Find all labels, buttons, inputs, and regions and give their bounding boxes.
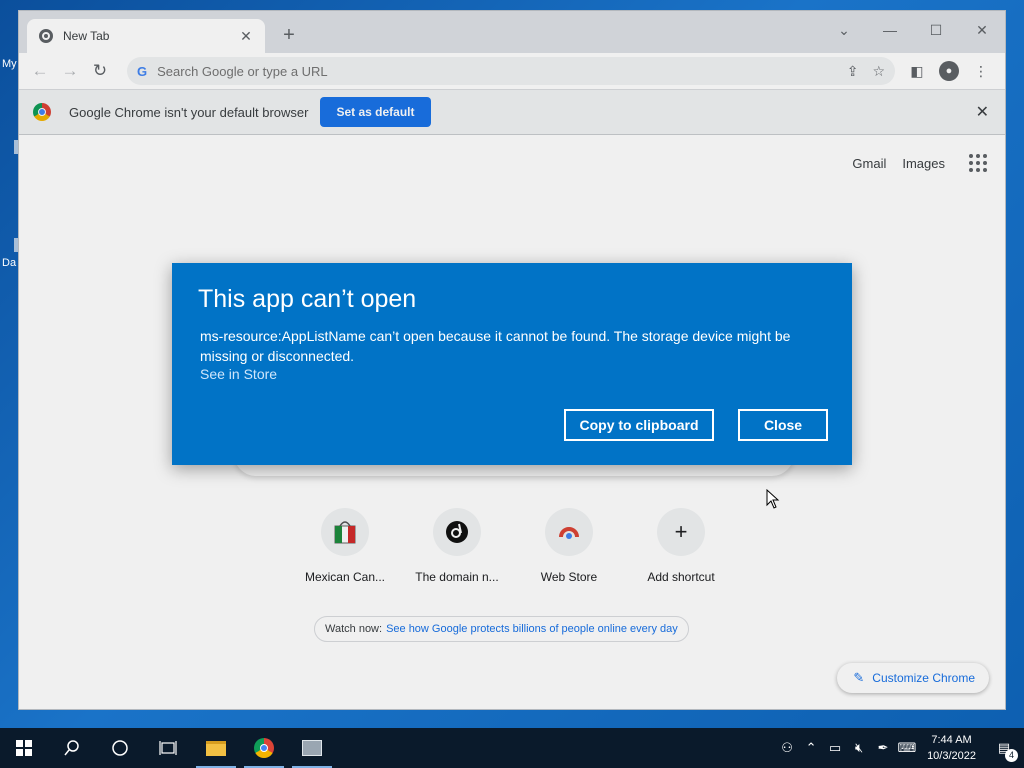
chevron-up-icon[interactable]: ⌃ — [799, 740, 823, 756]
plus-icon: + — [657, 508, 705, 556]
forward-arrow-icon[interactable]: → — [55, 56, 85, 86]
new-tab-button[interactable]: + — [277, 25, 301, 45]
chrome-logo-icon — [33, 103, 51, 121]
close-tab-icon[interactable]: ✕ — [237, 28, 255, 45]
shortcuts-row: Mexican Can... The domain n... Web Store… — [289, 508, 737, 584]
browser-toolbar: ← → ↻ G ⇪ ☆ ◧ ● ⋮ — [19, 53, 1005, 89]
volume-muted-icon[interactable]: 🔇︎ — [847, 740, 871, 756]
chrome-tab-favicon-icon — [39, 29, 53, 43]
address-input[interactable] — [157, 63, 833, 79]
action-center-button[interactable]: ▤ 4 — [984, 740, 1024, 762]
menu-kebab-icon[interactable]: ⋮ — [965, 57, 997, 85]
side-panel-icon[interactable]: ◧ — [901, 57, 933, 85]
app-taskbar-button[interactable] — [288, 728, 336, 768]
google-g-icon: G — [137, 63, 148, 79]
tab-title: New Tab — [63, 29, 110, 43]
app-window-icon — [302, 740, 322, 756]
clock-date: 10/3/2022 — [927, 750, 976, 762]
maximize-button[interactable]: ☐ — [913, 17, 959, 43]
add-shortcut-tile[interactable]: + Add shortcut — [625, 508, 737, 584]
shortcut-label: The domain n... — [415, 570, 499, 584]
profile-avatar-icon[interactable]: ● — [939, 61, 959, 81]
tab-strip: New Tab ✕ + ⌄ — ☐ ✕ — [19, 11, 1005, 53]
pencil-icon: ✎ — [853, 670, 865, 685]
shortcut-label: Add shortcut — [647, 570, 715, 584]
copy-to-clipboard-button[interactable]: Copy to clipboard — [564, 409, 714, 441]
chrome-taskbar-button[interactable] — [240, 728, 288, 768]
bookmark-star-icon[interactable]: ☆ — [872, 63, 885, 80]
watch-link[interactable]: See how Google protects billions of peop… — [386, 623, 678, 635]
set-as-default-button[interactable]: Set as default — [320, 97, 431, 127]
toolbar-right: ◧ ● ⋮ — [901, 57, 997, 85]
google-apps-grid-icon[interactable] — [969, 154, 987, 172]
customize-chrome-button[interactable]: ✎ Customize Chrome — [837, 663, 989, 693]
infobar-message: Google Chrome isn't your default browser — [69, 104, 309, 120]
watch-prefix: Watch now: — [325, 623, 383, 635]
images-link[interactable]: Images — [902, 156, 945, 171]
gmail-link[interactable]: Gmail — [852, 156, 886, 171]
dialog-buttons: Copy to clipboard Close — [564, 409, 828, 441]
shortcut-tile[interactable]: Mexican Can... — [289, 508, 401, 584]
search-icon[interactable] — [48, 728, 96, 768]
shortcut-tile[interactable]: The domain n... — [401, 508, 513, 584]
desktop-icon-label[interactable]: Da — [2, 257, 16, 269]
infobar-close-icon[interactable]: ✕ — [976, 102, 989, 122]
folder-icon — [206, 740, 226, 756]
see-in-store-link[interactable]: See in Store — [200, 366, 828, 382]
ntp-header-links: Gmail Images — [836, 154, 987, 172]
mexican-flag-bag-icon — [321, 508, 369, 556]
tab-search-chevron-icon[interactable]: ⌄ — [821, 17, 867, 43]
share-icon[interactable]: ⇪ — [847, 63, 859, 80]
customize-label: Customize Chrome — [872, 671, 975, 685]
system-tray: ⚇ ⌃ ▭ 🔇︎ ✒ ⌨ 7:44 AM 10/3/2022 ▤ 4 — [775, 728, 1024, 768]
shortcut-label: Web Store — [540, 570, 598, 584]
reload-icon[interactable]: ↻ — [85, 56, 115, 86]
pen-icon[interactable]: ✒ — [871, 740, 895, 756]
tab-new-tab[interactable]: New Tab ✕ — [27, 19, 265, 53]
window-controls: ⌄ — ☐ ✕ — [821, 17, 1005, 43]
web-store-icon — [545, 508, 593, 556]
default-browser-infobar: Google Chrome isn't your default browser… — [19, 89, 1005, 135]
task-view-icon[interactable] — [144, 728, 192, 768]
keyboard-icon[interactable]: ⌨ — [895, 740, 919, 756]
chrome-icon — [254, 738, 274, 758]
back-arrow-icon[interactable]: ← — [25, 56, 55, 86]
close-button[interactable]: Close — [738, 409, 828, 441]
file-explorer-button[interactable] — [192, 728, 240, 768]
start-button[interactable] — [0, 728, 48, 768]
network-icon[interactable]: ▭ — [823, 740, 847, 756]
app-cant-open-dialog: This app can’t open ms-resource:AppListN… — [172, 263, 852, 465]
windows-logo-icon — [16, 740, 32, 756]
shortcut-label: Mexican Can... — [304, 570, 386, 584]
watch-now-promo: Watch now: See how Google protects billi… — [314, 616, 689, 642]
close-window-button[interactable]: ✕ — [959, 17, 1005, 43]
cortana-icon[interactable] — [96, 728, 144, 768]
omnibox[interactable]: G ⇪ ☆ — [127, 57, 895, 85]
dialog-message: ms-resource:AppListName can’t open becau… — [200, 328, 791, 364]
clock[interactable]: 7:44 AM 10/3/2022 — [927, 732, 976, 764]
clock-time: 7:44 AM — [931, 734, 972, 746]
dialog-title: This app can’t open — [198, 285, 417, 313]
people-icon[interactable]: ⚇ — [775, 740, 799, 756]
minimize-button[interactable]: — — [867, 17, 913, 43]
desktop-icon-label[interactable]: My — [2, 58, 17, 70]
notification-count-badge: 4 — [1005, 749, 1018, 762]
domain-favicon-icon — [433, 508, 481, 556]
taskbar: ⚇ ⌃ ▭ 🔇︎ ✒ ⌨ 7:44 AM 10/3/2022 ▤ 4 — [0, 728, 1024, 768]
shortcut-tile[interactable]: Web Store — [513, 508, 625, 584]
